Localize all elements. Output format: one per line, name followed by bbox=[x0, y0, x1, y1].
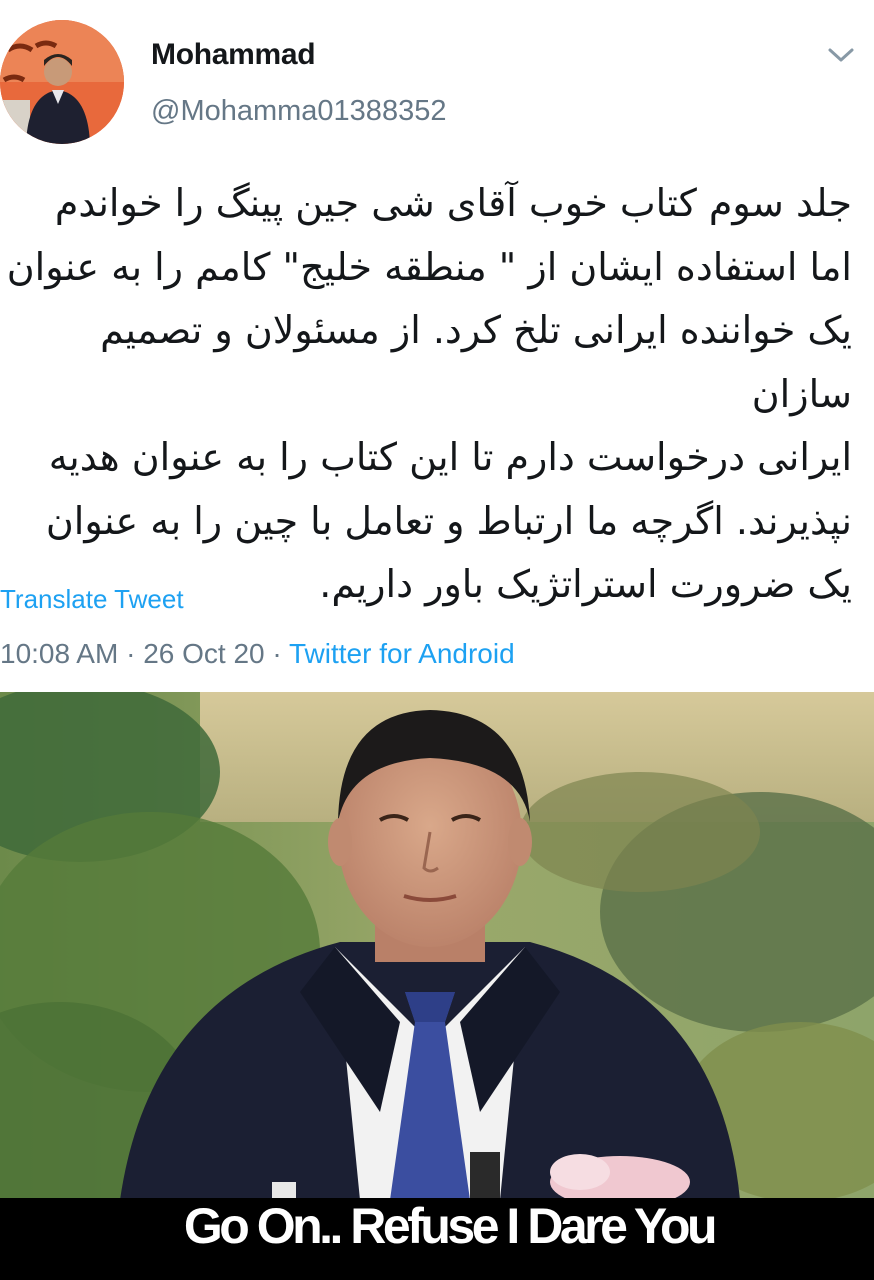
chevron-down-icon[interactable] bbox=[826, 40, 856, 70]
tweet-text: جلد سوم کتاب خوب آقای شی جین پینگ را خوا… bbox=[6, 181, 852, 606]
avatar[interactable] bbox=[0, 20, 124, 144]
user-handle[interactable]: @Mohamma01388352 bbox=[151, 95, 446, 128]
display-name[interactable]: Mohammad bbox=[151, 38, 316, 72]
tweet-source-link[interactable]: Twitter for Android bbox=[289, 638, 515, 669]
tweet-date: 26 Oct 20 bbox=[143, 638, 265, 669]
meme-caption: Go On.. Refuse I Dare You bbox=[183, 1198, 718, 1254]
meta-separator: · bbox=[272, 638, 282, 669]
meta-separator: · bbox=[126, 638, 136, 669]
tweet-meta: 10:08 AM · 26 Oct 20 · Twitter for Andro… bbox=[0, 638, 515, 670]
translate-tweet-link[interactable]: Translate Tweet bbox=[0, 584, 184, 615]
meme-photo bbox=[0, 692, 874, 1200]
tweet-time: 10:08 AM bbox=[0, 638, 119, 669]
